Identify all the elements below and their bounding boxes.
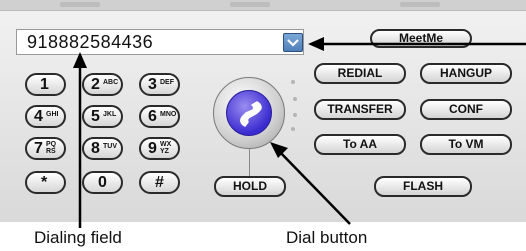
dial-button-callout-arrow bbox=[270, 142, 351, 225]
dial-button-annotation: Dial button bbox=[286, 228, 368, 247]
callout-arrows bbox=[73, 37, 526, 228]
dialing-field-callout-arrow bbox=[73, 52, 87, 228]
dropdown-callout-arrow bbox=[308, 37, 526, 51]
dialing-field-annotation: Dialing field bbox=[34, 228, 122, 247]
